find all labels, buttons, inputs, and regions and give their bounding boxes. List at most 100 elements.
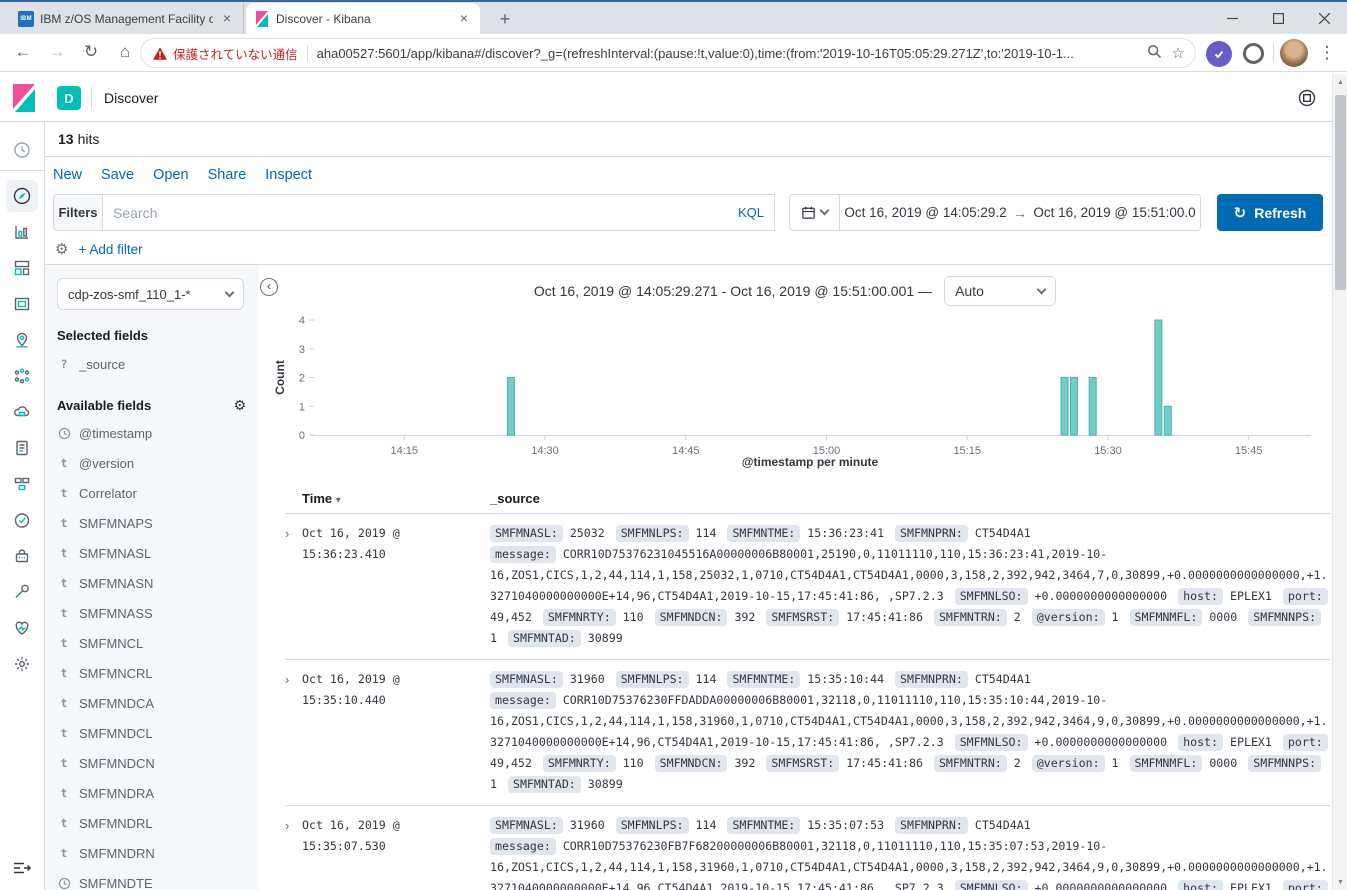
scroll-down-icon[interactable]: ▼: [1333, 874, 1347, 890]
nav-dev-tools-icon[interactable]: [6, 576, 38, 608]
url-text[interactable]: aha00527:5601/app/kibana#/discover?_g=(r…: [317, 46, 1137, 61]
field-item-SMFMNDRL[interactable]: t SMFMNDRL: [57, 808, 246, 838]
toolbar-link-new[interactable]: New: [53, 167, 82, 183]
kibana-logo[interactable]: [10, 84, 38, 117]
tab-close-icon[interactable]: ×: [456, 10, 472, 27]
security-warning-text[interactable]: 保護されていない通信: [173, 44, 298, 63]
back-button[interactable]: ←: [8, 37, 38, 67]
toolbar-link-share[interactable]: Share: [208, 167, 247, 183]
histogram-bar[interactable]: [1069, 377, 1078, 436]
help-icon[interactable]: [1297, 88, 1317, 113]
date-to[interactable]: Oct 16, 2019 @ 15:51:00.0: [1029, 205, 1200, 220]
field-item-SMFMNASS[interactable]: t SMFMNASS: [57, 598, 246, 628]
divider: [306, 45, 308, 61]
date-picker: Oct 16, 2019 @ 14:05:29.2 → Oct 16, 2019…: [789, 194, 1201, 231]
field-item-SMFMNASN[interactable]: t SMFMNASN: [57, 568, 246, 598]
field-item-SMFMNDTE[interactable]: SMFMNDTE: [57, 868, 246, 890]
filters-button[interactable]: Filters: [53, 194, 103, 231]
refresh-button[interactable]: ↻ Refresh: [1217, 194, 1323, 231]
field-item-SMFMNASL[interactable]: t SMFMNASL: [57, 538, 246, 568]
histogram-bar[interactable]: [506, 377, 515, 436]
recently-viewed-icon[interactable]: [6, 134, 38, 166]
row-expand-button[interactable]: ›: [285, 815, 302, 890]
home-button[interactable]: ⌂: [110, 37, 140, 67]
nav-visualize-icon[interactable]: [6, 216, 38, 248]
field-item-SMFMNDCN[interactable]: t SMFMNDCN: [57, 748, 246, 778]
window-maximize-button[interactable]: [1255, 2, 1301, 34]
field-item-@version[interactable]: t @version: [57, 448, 246, 478]
tab-close-icon[interactable]: ×: [219, 10, 235, 27]
browser-menu-icon[interactable]: ⋮: [1315, 39, 1339, 67]
field-type-badge: t: [60, 516, 68, 530]
toolbar-link-open[interactable]: Open: [153, 167, 188, 183]
index-pattern-select[interactable]: cdp-zos-smf_110_1-*: [57, 278, 244, 310]
field-item-SMFMNDRN[interactable]: t SMFMNDRN: [57, 838, 246, 868]
histogram-bar[interactable]: [1088, 377, 1097, 436]
reload-button[interactable]: ↻: [76, 37, 106, 67]
nav-siem-icon[interactable]: [6, 540, 38, 572]
nav-metrics-icon[interactable]: [6, 396, 38, 428]
calendar-dropdown-button[interactable]: [790, 195, 840, 230]
field-item-SMFMNDCA[interactable]: t SMFMNDCA: [57, 688, 246, 718]
nav-monitoring-icon[interactable]: [6, 612, 38, 644]
field-value: 15:36:23:41: [807, 526, 885, 540]
toolbar-link-inspect[interactable]: Inspect: [265, 167, 312, 183]
scrollbar-thumb[interactable]: [1334, 95, 1346, 290]
nav-discover-icon[interactable]: [6, 180, 38, 212]
field-item-SMFMNDRA[interactable]: t SMFMNDRA: [57, 778, 246, 808]
window-minimize-button[interactable]: [1209, 2, 1255, 34]
nav-apm-icon[interactable]: [6, 468, 38, 500]
source-field-pair: @version: 1: [1031, 609, 1119, 626]
field-name: SMFMNDCL: [79, 725, 153, 741]
browser-tab-ibm-zosmf[interactable]: IBM IBM z/OS Management Facility o ×: [10, 3, 244, 34]
filter-settings-gear-icon[interactable]: ⚙: [55, 240, 68, 258]
browser-tab-kibana[interactable]: Discover - Kibana ×: [246, 3, 480, 34]
profile-avatar[interactable]: [1280, 39, 1308, 67]
field-item-_source[interactable]: ? _source: [57, 349, 246, 379]
histogram-bar[interactable]: [1163, 405, 1172, 436]
field-value: 1: [1111, 610, 1119, 624]
field-item-@timestamp[interactable]: @timestamp: [57, 418, 246, 448]
toolbar-link-save[interactable]: Save: [101, 167, 134, 183]
interval-value: Auto: [955, 283, 984, 299]
zoom-icon[interactable]: [1147, 44, 1162, 63]
breadcrumb-badge[interactable]: D: [57, 86, 81, 110]
search-input[interactable]: [113, 204, 730, 221]
interval-select[interactable]: Auto: [944, 276, 1057, 306]
nav-canvas-icon[interactable]: [6, 288, 38, 320]
field-value: 17:45:41:86: [846, 610, 923, 624]
nav-logs-icon[interactable]: [6, 432, 38, 464]
histogram-bar[interactable]: [1060, 377, 1069, 436]
page-scrollbar[interactable]: ▲ ▼: [1332, 74, 1347, 890]
nav-machine-learning-icon[interactable]: [6, 360, 38, 392]
field-badge: SMFMNDCN:: [654, 609, 728, 626]
extension-circle-icon[interactable]: [1243, 43, 1264, 64]
field-item-SMFMNAPS[interactable]: t SMFMNAPS: [57, 508, 246, 538]
field-item-SMFMNCRL[interactable]: t SMFMNCRL: [57, 658, 246, 688]
fields-settings-gear-icon[interactable]: ⚙: [233, 397, 246, 414]
kql-selector[interactable]: KQL: [738, 205, 764, 220]
bookmark-star-icon[interactable]: ☆: [1172, 44, 1185, 62]
window-close-button[interactable]: [1301, 2, 1347, 34]
histogram-bar[interactable]: [1154, 319, 1163, 436]
nav-dashboard-icon[interactable]: [6, 252, 38, 284]
nav-uptime-icon[interactable]: [6, 504, 38, 536]
forward-button[interactable]: →: [42, 37, 72, 67]
field-item-SMFMNCL[interactable]: t SMFMNCL: [57, 628, 246, 658]
date-from[interactable]: Oct 16, 2019 @ 14:05:29.2: [840, 205, 1011, 220]
row-expand-button[interactable]: ›: [285, 523, 302, 649]
scroll-up-icon[interactable]: ▲: [1333, 74, 1347, 90]
field-type-badge: t: [60, 636, 68, 650]
nav-management-icon[interactable]: [6, 648, 38, 680]
add-filter-link[interactable]: + Add filter: [78, 242, 142, 257]
time-column-header[interactable]: Time ▾: [302, 491, 341, 506]
nav-collapse-icon[interactable]: [11, 858, 33, 883]
extension-badge-icon[interactable]: [1206, 41, 1232, 67]
address-bar[interactable]: 保護されていない通信 aha00527:5601/app/kibana#/dis…: [140, 38, 1196, 68]
hits-count: 13: [58, 131, 74, 147]
new-tab-button[interactable]: +: [492, 7, 518, 31]
field-item-Correlator[interactable]: t Correlator: [57, 478, 246, 508]
field-item-SMFMNDCL[interactable]: t SMFMNDCL: [57, 718, 246, 748]
row-expand-button[interactable]: ›: [285, 669, 302, 795]
nav-maps-icon[interactable]: [6, 324, 38, 356]
